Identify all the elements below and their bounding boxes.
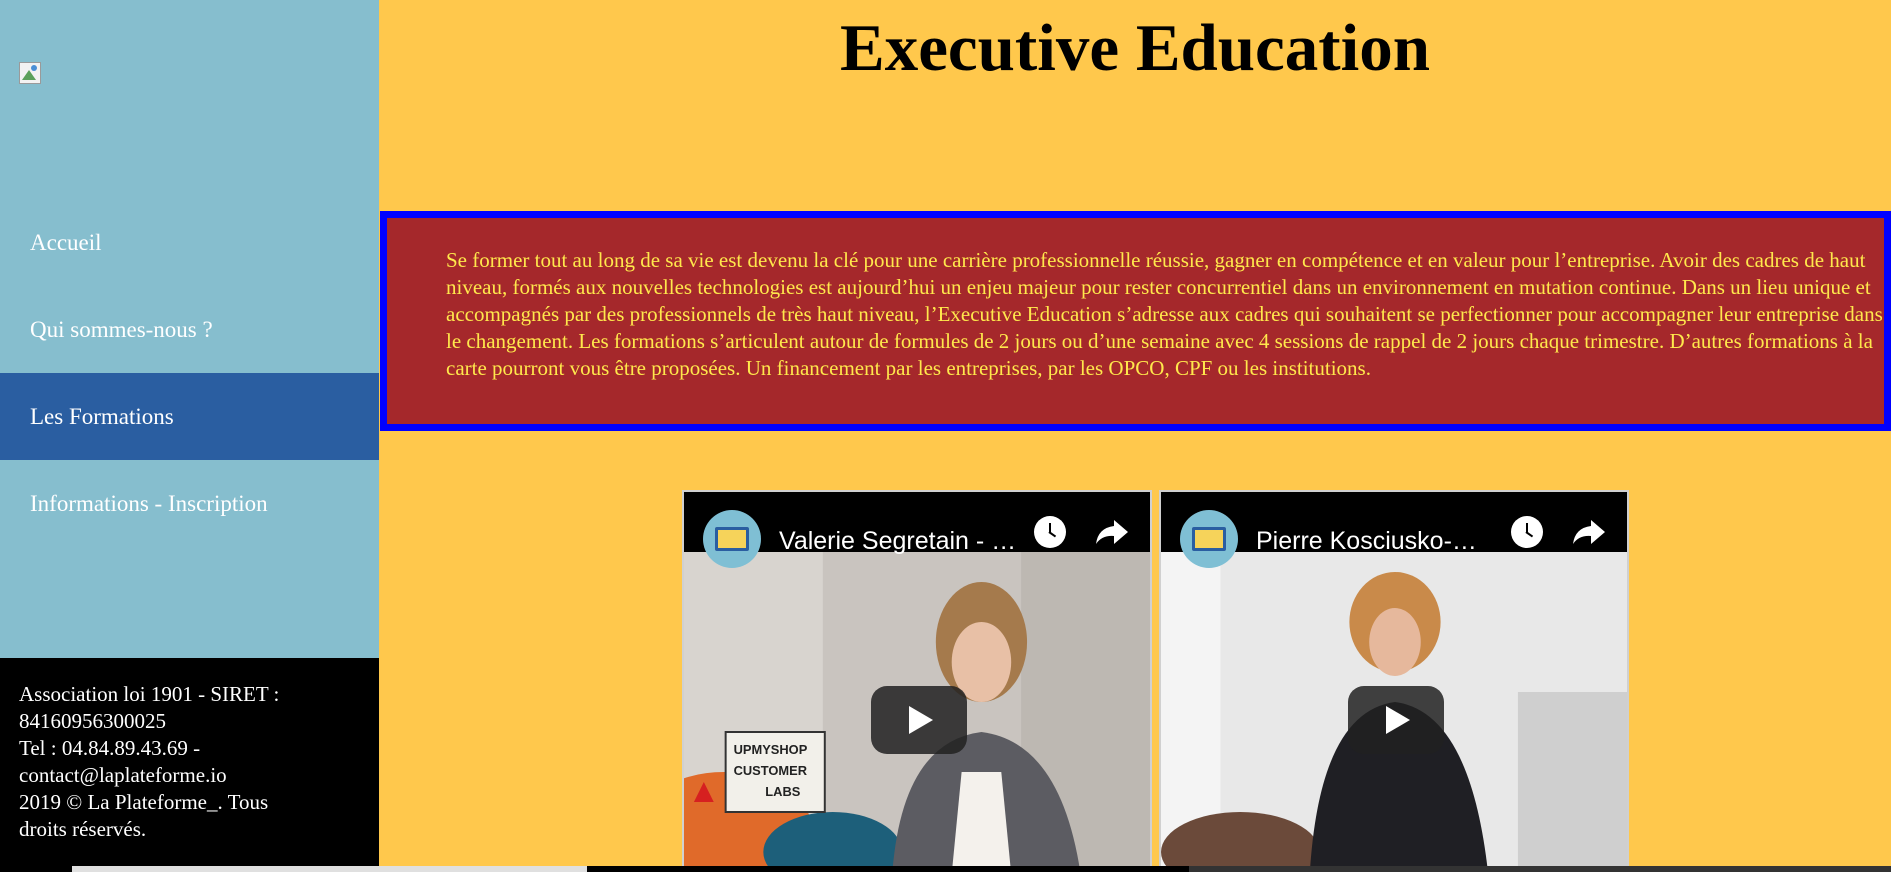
lightbox-line-2: CUSTOMER	[734, 763, 808, 778]
nav-item-label: Les Formations	[30, 404, 174, 429]
play-icon[interactable]	[871, 686, 967, 754]
nav-item-qui-sommes-nous[interactable]: Qui sommes-nous ?	[0, 286, 379, 373]
nav-item-label: Qui sommes-nous ?	[30, 317, 213, 342]
nav-item-label: Accueil	[30, 230, 102, 255]
channel-avatar-icon[interactable]	[703, 510, 761, 568]
nav-item-accueil[interactable]: Accueil	[0, 199, 379, 286]
footer-siret-number: 84160956300025	[19, 709, 166, 733]
nav-item-les-formations[interactable]: Les Formations	[0, 373, 379, 460]
video-title[interactable]: Valerie Segretain - …	[779, 527, 1039, 556]
footer-siret-label: Association loi 1901 - SIRET :	[19, 682, 280, 706]
lightbox-line-3: LABS	[765, 784, 800, 799]
broken-image-icon[interactable]	[19, 62, 41, 84]
intro-box: Se former tout au long de sa vie est dev…	[380, 211, 1891, 431]
channel-avatar-icon[interactable]	[1180, 510, 1238, 568]
footer-phone: Tel : 04.84.89.43.69 -	[19, 736, 201, 760]
video-title[interactable]: Pierre Kosciusko-…	[1256, 527, 1516, 556]
footer-rights: droits réservés.	[19, 817, 147, 841]
page-title: Executive Education	[840, 11, 1430, 85]
footer: Association loi 1901 - SIRET : 841609563…	[0, 658, 379, 872]
share-icon[interactable]	[1094, 514, 1130, 550]
footer-email: contact@laplateforme.io	[19, 763, 227, 787]
nav-item-informations-inscription[interactable]: Informations - Inscription	[0, 460, 379, 547]
share-icon[interactable]	[1571, 514, 1607, 550]
bottom-strip	[0, 866, 1891, 872]
footer-copyright: 2019 © La Plateforme_. Tous	[19, 790, 269, 814]
clock-icon[interactable]	[1511, 516, 1543, 548]
sidebar: Accueil Qui sommes-nous ? Les Formations…	[0, 0, 379, 658]
video-embed-2[interactable]: Pierre Kosciusko-…	[1159, 490, 1629, 872]
video-embed-1[interactable]: UPMYSHOP CUSTOMER LABS Valerie Segretain…	[682, 490, 1152, 872]
lightbox-line-1: UPMYSHOP	[734, 742, 808, 757]
play-icon[interactable]	[1348, 686, 1444, 754]
nav-item-label: Informations - Inscription	[30, 491, 268, 516]
clock-icon[interactable]	[1034, 516, 1066, 548]
intro-text: Se former tout au long de sa vie est dev…	[446, 248, 1883, 380]
